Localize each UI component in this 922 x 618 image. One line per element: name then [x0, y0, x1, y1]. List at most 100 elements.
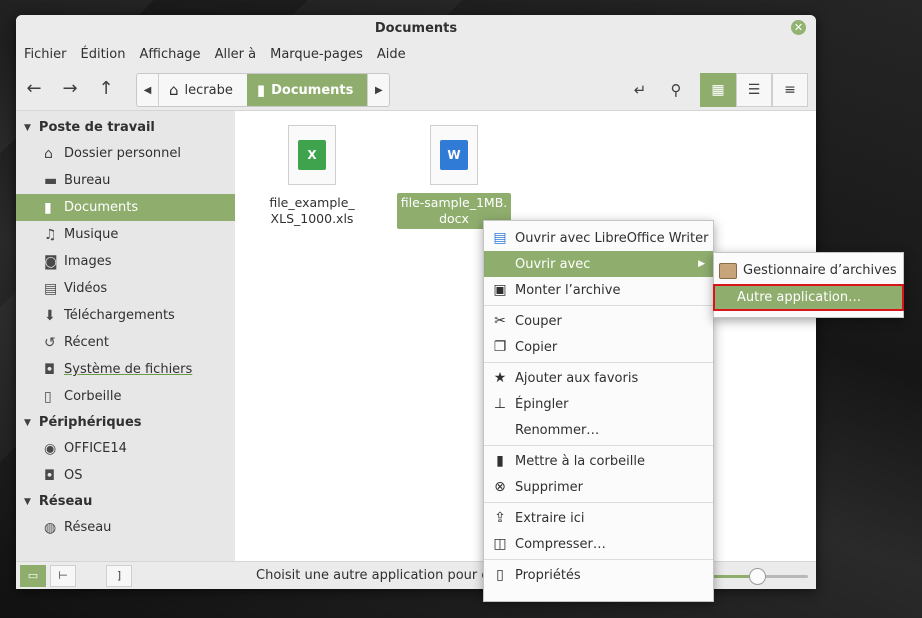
menu-aller-a[interactable]: Aller à — [215, 47, 257, 62]
sidebar-item-dossier-personnel[interactable]: ⌂ Dossier personnel — [16, 140, 235, 167]
show-places-button[interactable]: ▭ — [20, 564, 46, 587]
history-icon: ↺ — [44, 334, 56, 351]
expanded-triangle-icon: ▼ — [24, 417, 31, 428]
path-scroll-right-button[interactable]: ▶ — [367, 74, 389, 106]
film-icon: ▤ — [44, 280, 58, 297]
sidebar-section-peripheriques[interactable]: ▼ Périphériques — [16, 410, 235, 435]
drive-icon: ◘ — [44, 361, 56, 378]
list-view-button[interactable]: ☰ — [736, 73, 772, 107]
menu-marque-pages[interactable]: Marque-pages — [270, 47, 363, 62]
sidebar-item-documents[interactable]: ▮ Documents — [16, 194, 235, 221]
home-icon: ⌂ — [44, 145, 53, 162]
menu-item-pin[interactable]: ⊥ Épingler — [484, 391, 713, 417]
menu-separator — [484, 362, 713, 363]
file-name-line: XLS_1000.xls — [270, 211, 354, 226]
spreadsheet-icon: X — [298, 140, 326, 170]
menu-fichier[interactable]: Fichier — [24, 47, 67, 62]
arrow-right-icon: → — [62, 78, 78, 99]
copy-icon: ❐ — [493, 339, 507, 355]
menu-item-mount-archive[interactable]: ▣ Monter l’archive — [484, 277, 713, 303]
submenu-item-other-application[interactable]: Autre application… — [713, 284, 904, 311]
menu-item-rename[interactable]: Renommer… — [484, 417, 713, 443]
file-thumbnail: W — [430, 125, 478, 185]
forward-button[interactable]: → — [52, 73, 88, 105]
submenu-item-archive-manager[interactable]: Gestionnaire d’archives — [714, 257, 903, 284]
path-home-label: lecrabe — [184, 82, 233, 98]
file-item-docx[interactable]: W file-sample_1MB. docx — [397, 125, 511, 229]
sidebar-item-systeme-de-fichiers[interactable]: ◘ Système de fichiers — [16, 356, 235, 383]
file-thumbnail: X — [288, 125, 336, 185]
menu-item-label: Copier — [515, 339, 558, 355]
sidebar-item-images[interactable]: ◙ Images — [16, 248, 235, 275]
titlebar: Documents ✕ — [16, 15, 816, 41]
sidebar-item-corbeille[interactable]: ▯ Corbeille — [16, 383, 235, 410]
archive-mount-icon: ▣ — [493, 282, 507, 298]
zoom-slider[interactable] — [712, 568, 808, 585]
menu-item-open-with[interactable]: Ouvrir avec ▶ — [484, 251, 713, 277]
menu-item-label: Extraire ici — [515, 510, 585, 526]
menu-item-label: Ouvrir avec LibreOffice Writer — [515, 230, 709, 246]
hide-sidebar-button[interactable]: ] — [106, 564, 132, 587]
menu-item-label: Ajouter aux favoris — [515, 370, 639, 386]
sidebar-item-label: OS — [64, 468, 83, 483]
menu-item-copy[interactable]: ❐ Copier — [484, 334, 713, 360]
zoom-slider-knob[interactable] — [749, 568, 766, 585]
menu-item-trash[interactable]: ▮ Mettre à la corbeille — [484, 448, 713, 474]
path-segment-documents[interactable]: ▮ Documents — [246, 74, 368, 106]
toggle-location-button[interactable]: ↵ — [622, 73, 658, 107]
menubar: Fichier Édition Affichage Aller à Marque… — [16, 41, 816, 67]
menu-item-label: Renommer… — [515, 422, 600, 438]
menu-separator — [484, 445, 713, 446]
back-button[interactable]: ← — [16, 73, 52, 105]
home-icon: ⌂ — [169, 81, 179, 99]
show-tree-button[interactable]: ⊢ — [50, 564, 76, 587]
menu-item-add-favorite[interactable]: ★ Ajouter aux favoris — [484, 365, 713, 391]
sidebar-item-musique[interactable]: ♫ Musique — [16, 221, 235, 248]
search-icon: ⚲ — [670, 81, 682, 99]
word-document-icon: W — [440, 140, 468, 170]
sidebar-item-label: Dossier personnel — [64, 146, 182, 161]
sidebar-item-telechargements[interactable]: ⬇ Téléchargements — [16, 302, 235, 329]
sidebar-section-title: Poste de travail — [38, 120, 155, 135]
sidebar: ▼ Poste de travail ⌂ Dossier personnel ▬… — [16, 111, 235, 561]
path-segment-home[interactable]: ⌂ lecrabe — [159, 74, 247, 106]
sidebar-section-reseau[interactable]: ▼ Réseau — [16, 489, 235, 514]
menu-item-open-writer[interactable]: ▤ Ouvrir avec LibreOffice Writer — [484, 225, 713, 251]
sidebar-toggle-icon: ] — [116, 569, 122, 582]
location-entry-icon: ↵ — [633, 81, 647, 99]
icon-view-button[interactable]: ▦ — [700, 73, 736, 107]
sidebar-section-poste[interactable]: ▼ Poste de travail — [16, 115, 235, 140]
arrow-up-icon: ↑ — [98, 78, 114, 99]
menu-item-compress[interactable]: ◫ Compresser… — [484, 531, 713, 557]
search-button[interactable]: ⚲ — [658, 73, 694, 107]
menu-item-label: Monter l’archive — [515, 282, 621, 298]
menu-affichage[interactable]: Affichage — [139, 47, 200, 62]
menu-item-delete[interactable]: ⊗ Supprimer — [484, 474, 713, 500]
up-button[interactable]: ↑ — [88, 73, 124, 105]
menu-item-label: Propriétés — [515, 567, 581, 583]
window-title: Documents — [374, 20, 458, 36]
document-icon: ▮ — [256, 81, 266, 99]
file-item-xls[interactable]: X file_example_ XLS_1000.xls — [255, 125, 369, 229]
sidebar-item-os[interactable]: ◘ OS — [16, 462, 235, 489]
menu-edition[interactable]: Édition — [81, 47, 126, 62]
sidebar-item-recent[interactable]: ↺ Récent — [16, 329, 235, 356]
trash-icon: ▯ — [44, 388, 52, 405]
folder-icon: ▭ — [27, 569, 39, 582]
extract-icon: ⇪ — [494, 510, 506, 526]
sidebar-item-office14[interactable]: ◉ OFFICE14 — [16, 435, 235, 462]
menu-item-cut[interactable]: ✂ Couper — [484, 308, 713, 334]
menu-aide[interactable]: Aide — [377, 47, 406, 62]
sidebar-item-reseau[interactable]: ◍ Réseau — [16, 514, 235, 541]
menu-item-properties[interactable]: ▯ Propriétés — [484, 562, 713, 588]
sidebar-item-bureau[interactable]: ▬ Bureau — [16, 167, 235, 194]
close-button[interactable]: ✕ — [791, 20, 806, 35]
path-scroll-left-button[interactable]: ◀ — [137, 74, 159, 106]
sidebar-item-label: OFFICE14 — [64, 441, 127, 456]
menu-separator — [484, 305, 713, 306]
compact-view-button[interactable]: ≡ — [772, 73, 808, 107]
menu-item-extract-here[interactable]: ⇪ Extraire ici — [484, 505, 713, 531]
path-current-label: Documents — [271, 82, 354, 98]
sidebar-item-videos[interactable]: ▤ Vidéos — [16, 275, 235, 302]
file-name-line: file-sample_1MB. — [400, 195, 508, 210]
